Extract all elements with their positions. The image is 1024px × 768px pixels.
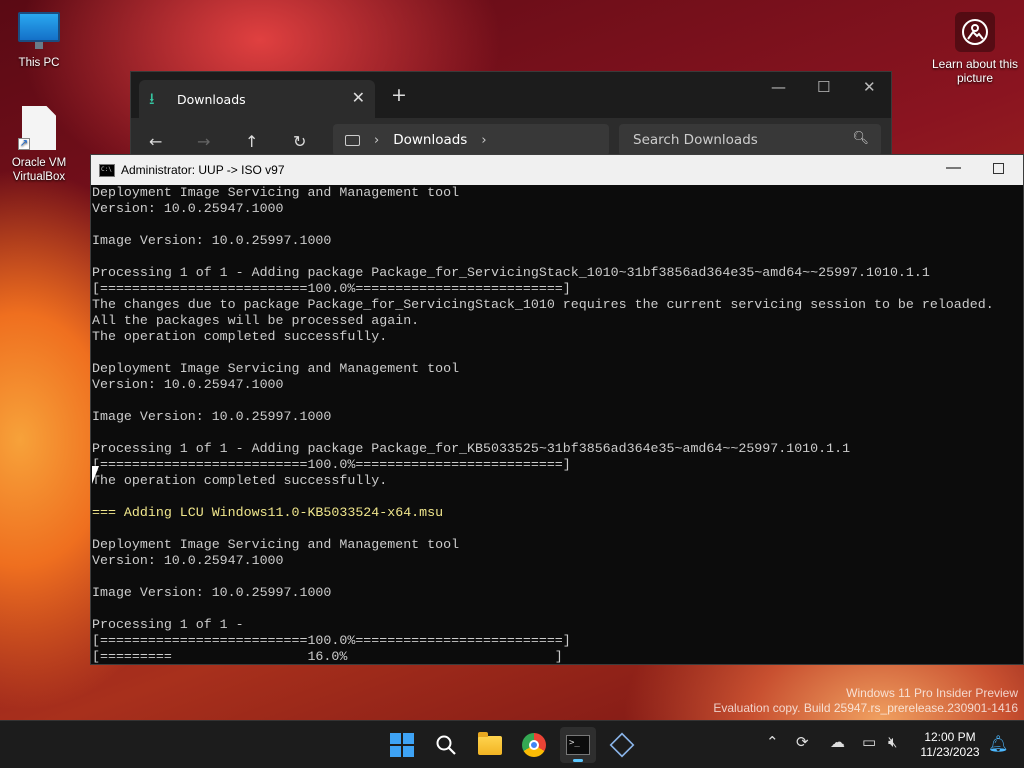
console-line: Image Version: 10.0.25997.1000: [92, 233, 332, 248]
terminal-icon: >_: [566, 735, 590, 755]
tab-title: Downloads: [177, 91, 246, 107]
console-line: The changes due to package Package_for_S…: [92, 297, 994, 312]
desktop-icon-virtualbox[interactable]: ↗ Oracle VM VirtualBox: [4, 106, 74, 184]
new-tab-icon[interactable]: +: [391, 84, 407, 106]
shortcut-arrow-icon: ↗: [18, 138, 30, 150]
search-icon: 🔍︎: [852, 131, 869, 146]
monitor-icon: [18, 12, 60, 49]
console-line: Version: 10.0.25947.1000: [92, 201, 284, 216]
close-window-icon[interactable]: ✕: [863, 78, 876, 96]
terminal-taskbar-button[interactable]: >_: [560, 727, 596, 763]
console-line: Processing 1 of 1 - Adding package Packa…: [92, 265, 930, 280]
address-bar[interactable]: › Downloads ›: [333, 124, 609, 156]
console-line: The operation completed successfully.: [92, 473, 388, 488]
refresh-icon[interactable]: ↻: [293, 132, 306, 151]
explorer-tab-bar: ⭳ Downloads ✕ + — ☐ ✕: [131, 72, 891, 118]
console-line: Version: 10.0.25947.1000: [92, 553, 284, 568]
console-title: Administrator: UUP -> ISO v97: [121, 163, 285, 177]
folder-icon: [478, 731, 502, 755]
console-line: [==========================100.0%=======…: [92, 633, 571, 648]
search-input[interactable]: Search Downloads 🔍︎: [619, 124, 881, 156]
show-hidden-icons-chevron-icon[interactable]: ⌃: [766, 733, 779, 751]
chevron-right-icon[interactable]: ›: [374, 133, 379, 148]
console-line: [==========================100.0%=======…: [92, 281, 571, 296]
maximize-icon[interactable]: [993, 163, 1004, 174]
maximize-icon[interactable]: ☐: [817, 78, 830, 96]
mouse-cursor-icon: [92, 466, 99, 484]
console-output[interactable]: Deployment Image Servicing and Managemen…: [91, 185, 1023, 665]
sync-icon[interactable]: ⟳: [796, 733, 809, 751]
start-button[interactable]: [384, 727, 420, 763]
learn-about-picture[interactable]: Learn about this picture: [930, 12, 1020, 85]
this-pc-icon: [345, 134, 360, 146]
console-line: [==========================100.0%=======…: [92, 457, 571, 472]
desktop-icon-label: Oracle VM VirtualBox: [11, 157, 67, 183]
up-icon[interactable]: ↑: [245, 132, 258, 151]
taskbar-clock[interactable]: 12:00 PM 11/23/2023: [910, 730, 990, 760]
console-line: Deployment Image Servicing and Managemen…: [92, 537, 460, 552]
console-window: C:\ Administrator: UUP -> ISO v97 — Depl…: [90, 154, 1024, 665]
chrome-icon: [522, 733, 546, 757]
console-line: Deployment Image Servicing and Managemen…: [92, 361, 460, 376]
evaluation-watermark: Windows 11 Pro Insider Preview Evaluatio…: [713, 686, 1018, 716]
minimize-icon[interactable]: —: [946, 159, 961, 176]
console-line: Processing 1 of 1 - Adding package Packa…: [92, 441, 851, 456]
console-line: The operation completed successfully.: [92, 329, 388, 344]
volume-muted-icon[interactable]: 🔇︎: [888, 733, 897, 751]
taskbar: >_ ⌃ ⟳ ☁ ▭ 🔇︎ 12:00 PM 11/23/2023 🔔︎: [0, 720, 1024, 768]
watermark-line: Evaluation copy. Build 25947.rs_prerelea…: [713, 701, 1018, 715]
chevron-right-icon[interactable]: ›: [481, 133, 486, 148]
console-line: Image Version: 10.0.25997.1000: [92, 409, 332, 424]
windows-logo-icon: [390, 733, 414, 757]
clock-time: 12:00 PM: [924, 730, 976, 744]
console-line: Image Version: 10.0.25997.1000: [92, 585, 332, 600]
console-title-bar[interactable]: C:\ Administrator: UUP -> ISO v97 —: [91, 155, 1023, 185]
minimize-icon[interactable]: —: [771, 78, 786, 96]
close-tab-icon[interactable]: ✕: [352, 88, 365, 107]
breadcrumb-downloads[interactable]: Downloads: [393, 132, 467, 148]
watermark-line: Windows 11 Pro Insider Preview: [846, 686, 1018, 700]
cmd-icon: C:\: [99, 163, 115, 177]
cloud-offline-icon[interactable]: ☁: [830, 733, 845, 751]
console-line: Deployment Image Servicing and Managemen…: [92, 185, 460, 200]
console-line: === Adding LCU Windows11.0-KB5033524-x64…: [92, 505, 444, 520]
search-button[interactable]: [428, 727, 464, 763]
virtualbox-taskbar-button[interactable]: [604, 727, 640, 763]
forward-icon[interactable]: →: [197, 132, 210, 151]
search-icon: [436, 735, 456, 755]
console-line: Processing 1 of 1 -: [92, 617, 244, 632]
desktop-icon-this-pc[interactable]: This PC: [4, 12, 74, 70]
desktop-icon-label: This PC: [18, 57, 60, 69]
file-explorer-taskbar-button[interactable]: [472, 727, 508, 763]
notification-bell-icon[interactable]: 🔔︎: [988, 734, 1008, 753]
network-icon[interactable]: ▭: [862, 733, 876, 751]
virtualbox-icon: [609, 732, 635, 758]
console-line: [========= 16.0% ]: [92, 649, 563, 664]
camera-icon: [955, 12, 995, 52]
back-icon[interactable]: ←: [149, 132, 162, 151]
clock-date: 11/23/2023: [920, 745, 980, 759]
download-icon: ⭳: [149, 89, 155, 108]
console-line: Version: 10.0.25947.1000: [92, 377, 284, 392]
chrome-taskbar-button[interactable]: [516, 727, 552, 763]
search-placeholder: Search Downloads: [633, 132, 758, 148]
explorer-tab-downloads[interactable]: ⭳ Downloads ✕: [139, 80, 375, 118]
console-line: All the packages will be processed again…: [92, 313, 420, 328]
learn-about-label: Learn about this picture: [931, 57, 1019, 85]
